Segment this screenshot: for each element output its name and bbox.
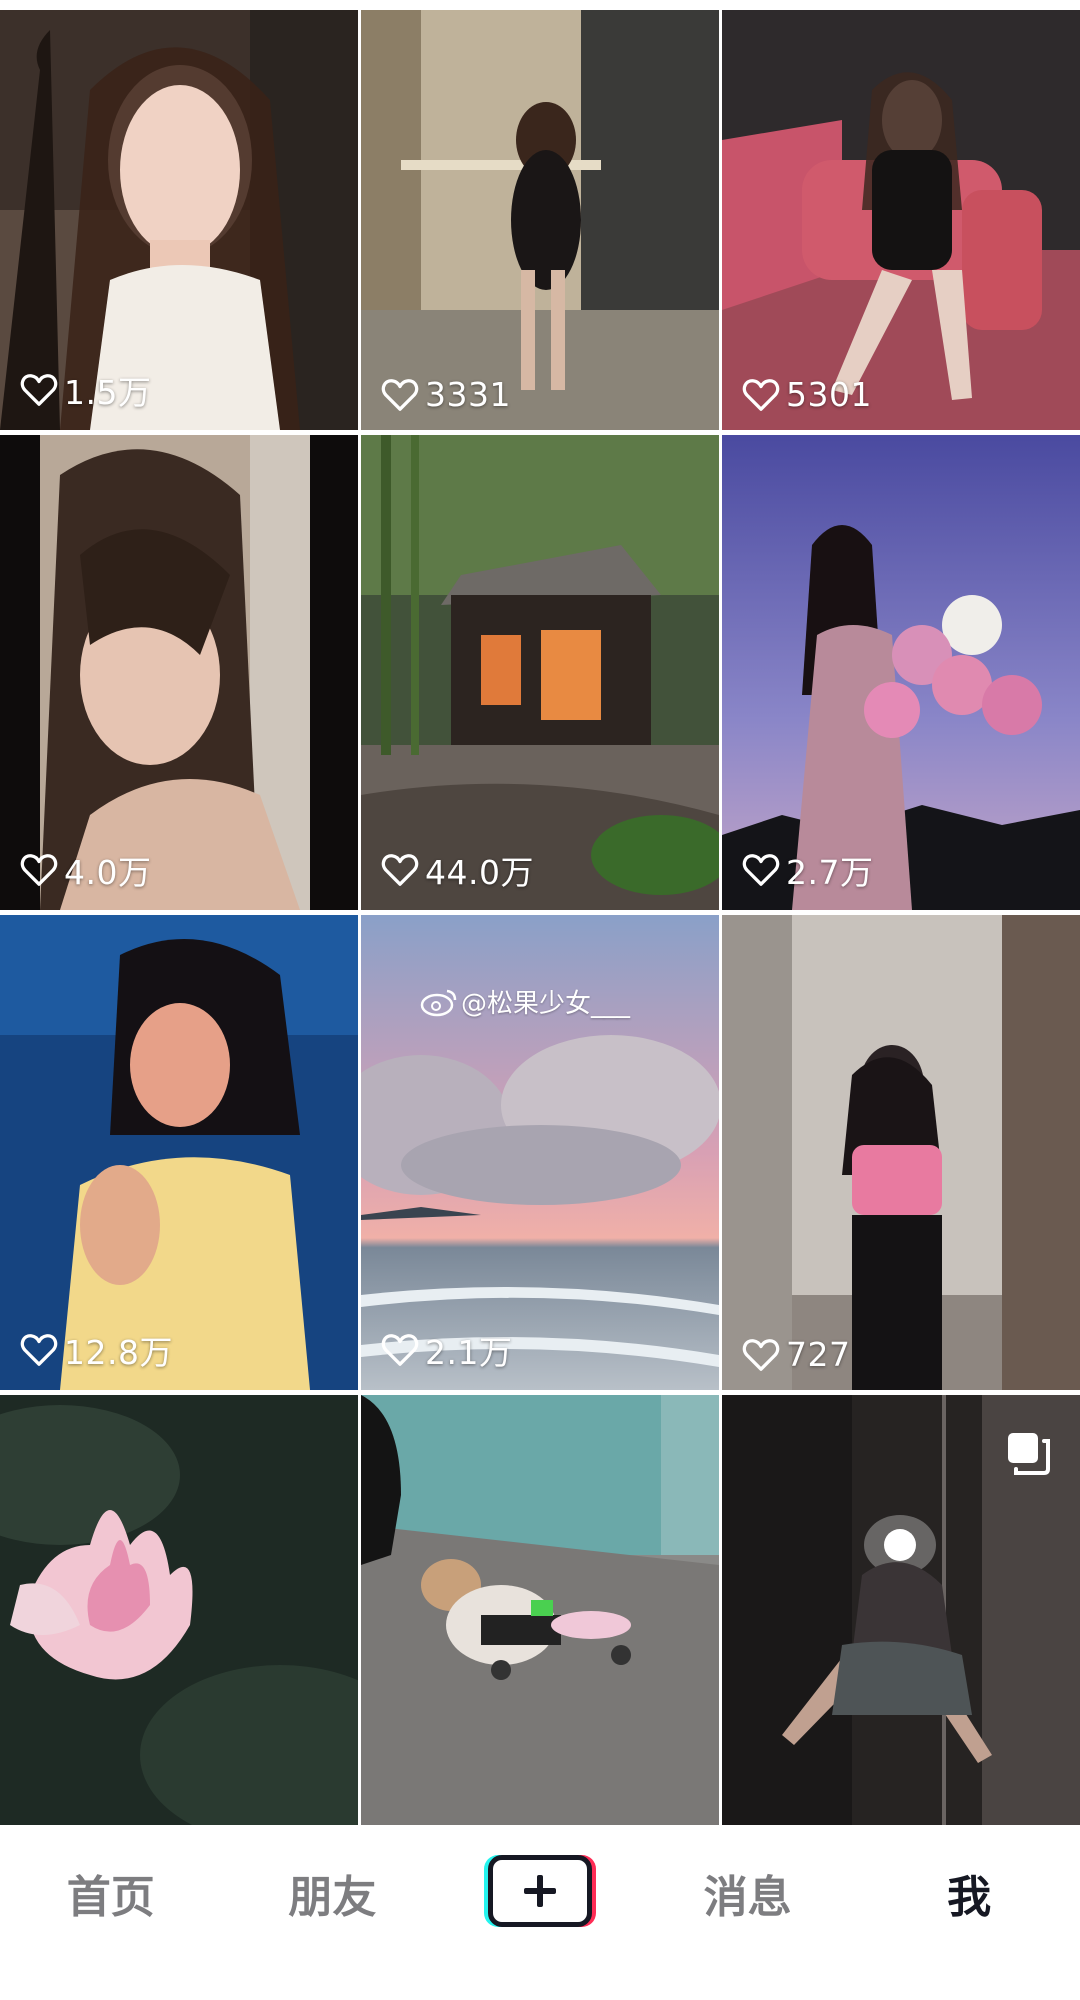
heart-icon — [381, 1333, 419, 1367]
like-count: 3331 — [381, 375, 511, 414]
like-count-text: 12.8万 — [64, 1333, 173, 1372]
nav-me[interactable]: 我 — [899, 1861, 1039, 1925]
thumbnail-image — [0, 435, 358, 910]
video-thumbnail[interactable]: 3331 — [361, 10, 719, 430]
like-count-text: 1.5万 — [64, 373, 152, 412]
video-thumbnail[interactable]: 5301 — [722, 10, 1080, 430]
nav-messages[interactable]: 消息 — [678, 1861, 818, 1925]
video-thumbnail[interactable]: 4.0万 — [0, 435, 358, 910]
create-button[interactable] — [483, 1854, 596, 1931]
heart-icon — [20, 373, 58, 407]
like-count: 4.0万 — [20, 846, 151, 894]
like-count-text: 727 — [786, 1335, 851, 1374]
like-count-text: 2.1万 — [425, 1333, 513, 1372]
thumbnail-image — [361, 1395, 719, 1825]
multi-image-icon — [1004, 1429, 1052, 1477]
heart-icon — [742, 853, 780, 887]
video-thumbnail[interactable] — [361, 1395, 719, 1825]
video-thumbnail[interactable]: 727 — [722, 915, 1080, 1390]
like-count-text: 2.7万 — [786, 853, 874, 892]
heart-icon — [20, 853, 58, 887]
like-count: 12.8万 — [20, 1326, 173, 1374]
watermark: @松果少女___ — [419, 983, 630, 1020]
video-grid: 1.5万 3331 5301 4.0万 44.0万 2.7万 12.8万 @松果… — [0, 0, 1080, 1825]
plus-icon — [523, 1874, 556, 1907]
video-thumbnail[interactable]: 12.8万 — [0, 915, 358, 1390]
thumbnail-image — [722, 10, 1080, 430]
heart-icon — [381, 378, 419, 412]
create-button-face — [487, 1854, 592, 1927]
thumbnail-image — [361, 10, 719, 430]
heart-icon — [20, 1333, 58, 1367]
thumbnail-image — [361, 435, 719, 910]
like-count: 2.7万 — [742, 846, 873, 894]
video-thumbnail[interactable] — [0, 1395, 358, 1825]
thumbnail-image — [0, 1395, 358, 1825]
video-thumbnail[interactable]: @松果少女___ 2.1万 — [361, 915, 719, 1390]
nav-friends[interactable]: 朋友 — [262, 1861, 402, 1925]
bottom-nav: 首页 朋友 消息 我 — [0, 1825, 1080, 2000]
video-thumbnail[interactable]: 44.0万 — [361, 435, 719, 910]
thumbnail-image — [722, 915, 1080, 1390]
thumbnail-image — [0, 915, 358, 1390]
video-thumbnail[interactable] — [722, 1395, 1080, 1825]
like-count-text: 5301 — [786, 375, 872, 414]
like-count: 1.5万 — [20, 366, 151, 414]
heart-icon — [742, 1338, 780, 1372]
like-count-text: 4.0万 — [64, 853, 152, 892]
like-count: 44.0万 — [381, 846, 534, 894]
thumbnail-image — [722, 435, 1080, 910]
watermark-text: @松果少女___ — [461, 989, 631, 1019]
like-count-text: 44.0万 — [425, 853, 534, 892]
heart-icon — [742, 378, 780, 412]
video-thumbnail[interactable]: 2.7万 — [722, 435, 1080, 910]
heart-icon — [381, 853, 419, 887]
like-count: 727 — [742, 1335, 851, 1374]
nav-home[interactable]: 首页 — [41, 1861, 181, 1925]
like-count: 2.1万 — [381, 1326, 512, 1374]
weibo-icon — [419, 987, 459, 1017]
like-count: 5301 — [742, 375, 872, 414]
video-thumbnail[interactable]: 1.5万 — [0, 10, 358, 430]
like-count-text: 3331 — [425, 375, 511, 414]
